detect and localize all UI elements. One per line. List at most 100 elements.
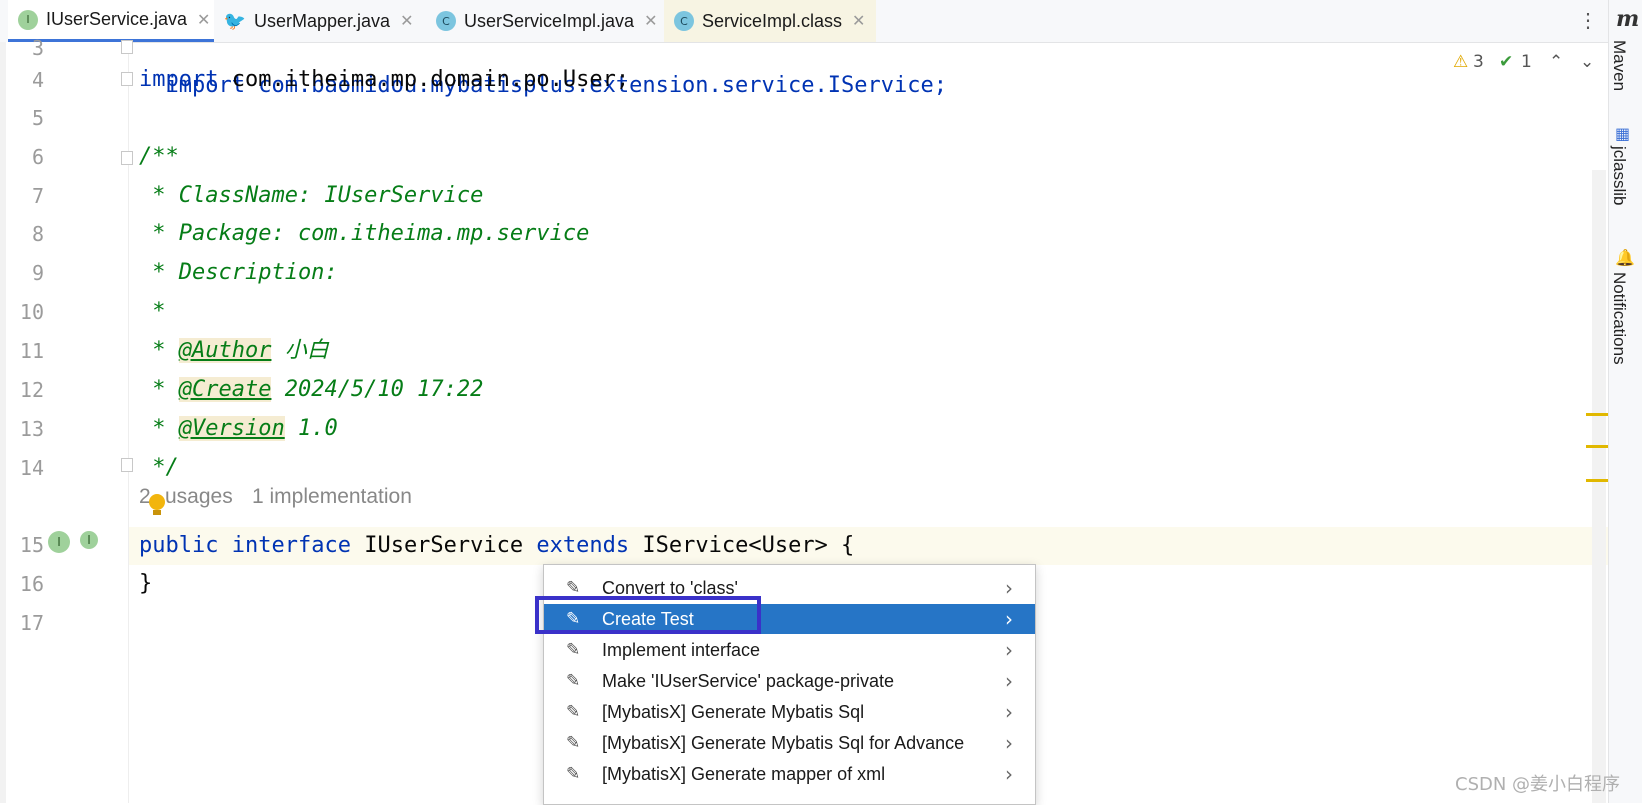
tab-label: IUserService.java [46,9,188,29]
check-icon[interactable]: ✔ [1499,52,1513,72]
menu-item-make-package-private[interactable]: ✎ Make 'IUserService' package-private › [544,666,1035,696]
submenu-arrow-icon: › [1005,731,1013,755]
line-number: 14 [19,456,44,480]
code-line: * @Author 小白 [139,332,329,370]
lightbulb-icon[interactable] [149,494,165,510]
code-text: 小白 [271,338,329,363]
submenu-arrow-icon: › [1005,669,1013,693]
ok-count[interactable]: 1 [1521,52,1532,72]
menu-item-label: [MybatisX] Generate mapper of xml [602,763,886,784]
fold-marker-icon[interactable] [121,72,133,86]
class-icon: C [674,11,694,31]
intention-icon: ✎ [566,702,581,722]
fold-marker-icon[interactable] [121,151,133,165]
code-text: * [139,416,179,441]
code-line: * ClassName: IUserService [139,183,484,208]
bell-icon[interactable]: 🔔 [1615,248,1635,267]
line-number: 11 [19,339,44,363]
submenu-arrow-icon: › [1005,607,1013,631]
code-line: import com.itheima.mp.domain.po.User; [139,61,629,99]
javadoc-tag: @Create [178,377,272,402]
keyword: extends [536,533,630,558]
close-icon[interactable]: ✕ [197,10,210,30]
fold-marker-icon[interactable] [121,40,133,54]
code-line: * @Create 2024/5/10 17:22 [139,371,483,409]
code-line: */ [139,455,179,480]
jclasslib-tool-button[interactable]: jclasslib [1609,146,1629,206]
warning-stripe-marker[interactable] [1586,413,1608,416]
intention-icon: ✎ [566,733,581,753]
interface-icon: I [18,9,38,30]
jclasslib-icon[interactable]: ▦ [1615,124,1630,143]
submenu-arrow-icon: › [1005,762,1013,786]
code-line: * [139,299,166,324]
javadoc-tag: @Version [178,416,285,441]
code-line: public interface IUserService extends IS… [139,527,854,565]
line-number: 3 [31,36,44,60]
keyword: interface [231,533,351,558]
menu-item-generate-mapper-xml[interactable]: ✎ [MybatisX] Generate mapper of xml › [544,759,1035,789]
interface-gutter-icon[interactable]: I [80,531,98,549]
line-number: 13 [19,417,44,441]
right-tool-strip [1608,0,1642,803]
code-line: /** [139,144,179,169]
warning-stripe-marker[interactable] [1586,445,1608,448]
line-number: 4 [31,68,44,92]
line-number: 15 [19,533,44,557]
menu-item-generate-mybatis-sql-advance[interactable]: ✎ [MybatisX] Generate Mybatis Sql for Ad… [544,728,1035,758]
code-text: 1.0 [284,416,338,441]
notifications-tool-button[interactable]: Notifications [1609,272,1629,365]
previous-highlight-icon[interactable]: ⌃ [1549,52,1563,72]
close-icon[interactable]: ✕ [644,11,657,31]
class-icon: C [436,11,456,31]
line-number: 9 [31,261,44,285]
menu-item-label: Implement interface [602,639,761,660]
keyword: import [139,67,219,92]
maven-tool-button[interactable]: Maven [1609,40,1629,91]
menu-item-generate-mybatis-sql[interactable]: ✎ [MybatisX] Generate Mybatis Sql › [544,697,1035,727]
line-number: 17 [19,611,44,635]
maven-icon[interactable]: m [1616,6,1639,32]
menu-item-label: Make 'IUserService' package-private [602,670,894,691]
code-line: } [139,571,153,596]
code-text: * [139,338,179,363]
code-line: * Package: com.itheima.mp.service [139,221,590,246]
submenu-arrow-icon: › [1005,700,1013,724]
intention-icon: ✎ [566,671,581,691]
intention-icon: ✎ [566,578,581,598]
close-icon[interactable]: ✕ [400,11,413,31]
menu-item-label: [MybatisX] Generate Mybatis Sql for Adva… [602,732,965,753]
implemented-gutter-icon[interactable]: I [48,531,70,553]
code-text: * [139,377,179,402]
line-number: 8 [31,222,44,246]
more-tabs-icon[interactable]: ⋮ [1578,8,1598,33]
menu-item-label: [MybatisX] Generate Mybatis Sql [602,701,865,722]
menu-item-implement-interface[interactable]: ✎ Implement interface › [544,635,1035,665]
implementation-hint[interactable]: 1 implementation [252,485,412,509]
warning-stripe-marker[interactable] [1586,479,1608,482]
watermark: CSDN @姜小白程序 [1455,774,1621,795]
line-number: 7 [31,184,44,208]
code-text: com.itheima.mp.domain.po.User; [218,67,630,92]
next-highlight-icon[interactable]: ⌄ [1580,52,1594,72]
interface-name: IUserService [364,533,524,558]
keyword: public [139,533,219,558]
fold-marker-icon[interactable] [121,458,133,472]
annotation-highlight-box [535,596,761,634]
usages-hint[interactable]: usages [165,485,233,509]
intention-icon: ✎ [566,764,581,784]
code-text: IService<User> { [642,533,855,558]
lightbulb-base [153,510,161,515]
submenu-arrow-icon: › [1005,638,1013,662]
line-number: 10 [19,300,44,324]
line-number: 6 [31,145,44,169]
warning-count[interactable]: 3 [1473,52,1484,72]
code-line: * @Version 1.0 [139,410,338,448]
warning-icon[interactable]: ⚠ [1453,52,1468,72]
mybatis-bird-icon: 🐦 [223,10,247,32]
vertical-scrollbar[interactable] [1592,170,1606,803]
close-icon[interactable]: ✕ [852,11,865,31]
line-number: 5 [31,106,44,130]
submenu-arrow-icon: › [1005,576,1013,600]
line-number: 16 [19,572,44,596]
